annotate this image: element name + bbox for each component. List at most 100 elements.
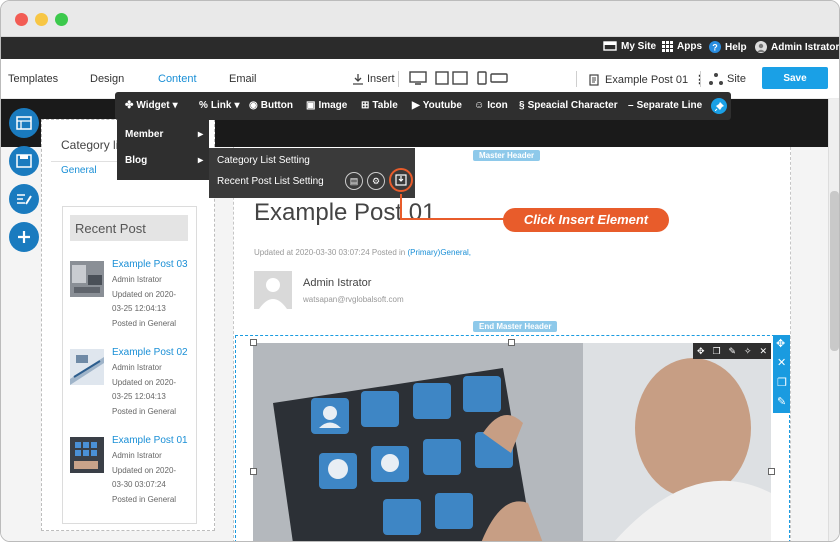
link-menu[interactable]: % Link ▾ xyxy=(199,100,240,111)
chevron-right-icon: ▸ xyxy=(197,129,203,140)
help-link[interactable]: ? Help xyxy=(709,41,747,53)
close-icon[interactable]: ✕ xyxy=(759,346,767,357)
post-thumbnail xyxy=(70,261,104,297)
tab-templates[interactable]: Templates xyxy=(8,73,58,85)
post-date-line2: 03-30 03:07:24 xyxy=(112,480,166,489)
post-date-line1: Updated on 2020- xyxy=(112,290,177,299)
insert-download-icon xyxy=(395,174,407,186)
move-icon[interactable]: ✥ xyxy=(776,337,785,350)
youtube-tool[interactable]: ▶ Youtube xyxy=(412,100,462,111)
tab-design[interactable]: Design xyxy=(90,73,124,85)
save-button[interactable]: Save xyxy=(762,67,828,89)
post-date-line2: 03-25 12:04:13 xyxy=(112,304,166,313)
hero-image[interactable] xyxy=(253,343,771,542)
menu-divider xyxy=(398,71,399,87)
menu-item-recent-post-list[interactable]: Recent Post List Setting xyxy=(217,176,324,187)
callout-label: Click Insert Element xyxy=(503,208,669,232)
post-link[interactable]: Example Post 03 xyxy=(112,259,188,270)
post-category-link[interactable]: (Primary)General, xyxy=(407,248,471,257)
post-link[interactable]: Example Post 02 xyxy=(112,347,188,358)
pages-panel-button[interactable] xyxy=(9,108,39,138)
settings-icon[interactable]: ⚙ xyxy=(367,172,385,190)
insert-element-button[interactable] xyxy=(389,168,413,192)
save-icon xyxy=(16,154,32,168)
layout-icon xyxy=(16,116,32,130)
image-tool[interactable]: ▣ Image xyxy=(306,100,347,111)
separator-icon: – xyxy=(628,100,634,111)
avatar-icon xyxy=(755,41,767,53)
sidebar-panel: Category li General Recent Post Example … xyxy=(41,119,215,531)
resize-handle[interactable] xyxy=(508,339,515,346)
edit-list-icon xyxy=(17,194,32,205)
post-date-line1: Updated on 2020- xyxy=(112,466,177,475)
tab-content[interactable]: Content xyxy=(158,73,197,85)
page-selector[interactable]: Example Post 01 ⋮ xyxy=(589,73,705,86)
separate-line-tool[interactable]: – Separate Line xyxy=(628,100,702,111)
my-site-link[interactable]: My Site xyxy=(603,41,656,52)
menu-divider xyxy=(700,71,701,87)
scrollbar-thumb[interactable] xyxy=(830,191,839,351)
blog-submenu: Category List Setting Recent Post List S… xyxy=(209,148,415,198)
author-name: Admin Istrator xyxy=(303,277,372,289)
icon-picker-icon: ☺ xyxy=(474,100,485,111)
copy-icon[interactable]: ❐ xyxy=(712,346,720,357)
block-side-toolbar: ✥ ✕ ❐ ✎ xyxy=(773,335,790,413)
recent-post-header: Recent Post xyxy=(70,215,188,241)
resize-handle[interactable] xyxy=(768,468,775,475)
magic-icon[interactable]: ✧ xyxy=(744,346,752,357)
move-icon[interactable]: ✥ xyxy=(697,346,705,357)
preview-icon[interactable]: ▤ xyxy=(345,172,363,190)
insert-toolbar: ✤ Widget ▾ % Link ▾ ◉ Button ▣ Image ⊞ Table ▶ Y… xyxy=(115,92,731,120)
recent-post-title: Recent Post xyxy=(75,221,146,236)
recent-post-widget: Recent Post Example Post 03 Admin Istrat… xyxy=(62,206,197,524)
menu-item-category-list[interactable]: Category List Setting xyxy=(217,155,310,166)
close-icon[interactable]: ✕ xyxy=(777,356,786,369)
site-button[interactable]: Site xyxy=(709,73,746,85)
tab-category-list[interactable]: Category li xyxy=(61,138,118,152)
image-toolbar: ✥ ❐ ✎ ✧ ✕ xyxy=(693,343,771,359)
apps-link[interactable]: Apps xyxy=(662,41,702,52)
widget-menu[interactable]: ✤ Widget ▾ xyxy=(125,100,178,111)
user-menu[interactable]: Admin Istrator xyxy=(755,41,839,53)
table-icon: ⊞ xyxy=(361,100,370,111)
menu-item-blog[interactable]: Blog ▸ xyxy=(125,155,203,166)
edit-panel-button[interactable] xyxy=(9,184,39,214)
table-tool[interactable]: ⊞ Table xyxy=(361,100,398,111)
edit-icon[interactable]: ✎ xyxy=(728,346,736,357)
menu-item-member[interactable]: Member ▸ xyxy=(125,129,203,140)
end-master-header-tag: End Master Header xyxy=(473,321,558,332)
monitor-icon xyxy=(603,41,617,51)
close-window-button[interactable] xyxy=(15,13,28,26)
resize-handle[interactable] xyxy=(250,339,257,346)
pin-toolbar-button[interactable] xyxy=(711,98,727,114)
special-character-icon: § xyxy=(519,100,525,111)
save-panel-button[interactable] xyxy=(9,146,39,176)
sitemap-icon xyxy=(709,73,723,85)
special-character-tool[interactable]: § Speacial Character xyxy=(519,100,618,111)
category-link-general[interactable]: General xyxy=(61,165,97,176)
post-link[interactable]: Example Post 01 xyxy=(112,435,188,446)
edit-icon[interactable]: ✎ xyxy=(777,395,786,408)
mobile-view-icon[interactable] xyxy=(477,71,509,85)
page-icon xyxy=(589,73,599,86)
add-element-button[interactable] xyxy=(9,222,39,252)
copy-icon[interactable]: ❐ xyxy=(777,376,787,389)
post-category: Posted in General xyxy=(112,319,177,328)
author-email: watsapan@rvglobalsoft.com xyxy=(303,295,404,304)
post-author: Admin Istrator xyxy=(112,451,162,460)
insert-button[interactable]: Insert xyxy=(352,73,395,85)
tab-email[interactable]: Email xyxy=(229,73,257,85)
minimize-window-button[interactable] xyxy=(35,13,48,26)
post-meta: Updated at 2020-03-30 03:07:24 Posted in… xyxy=(254,248,472,257)
icon-tool[interactable]: ☺ Icon xyxy=(474,100,508,111)
help-icon: ? xyxy=(709,41,721,53)
resize-handle[interactable] xyxy=(250,468,257,475)
chevron-down-icon: ▾ xyxy=(234,100,240,111)
button-tool[interactable]: ◉ Button xyxy=(249,100,293,111)
author-avatar xyxy=(254,271,292,309)
maximize-window-button[interactable] xyxy=(55,13,68,26)
post-thumbnail xyxy=(70,437,104,473)
tablet-view-icon[interactable] xyxy=(435,71,469,85)
widget-icon: ✤ xyxy=(125,100,134,111)
desktop-view-icon[interactable] xyxy=(409,71,427,85)
